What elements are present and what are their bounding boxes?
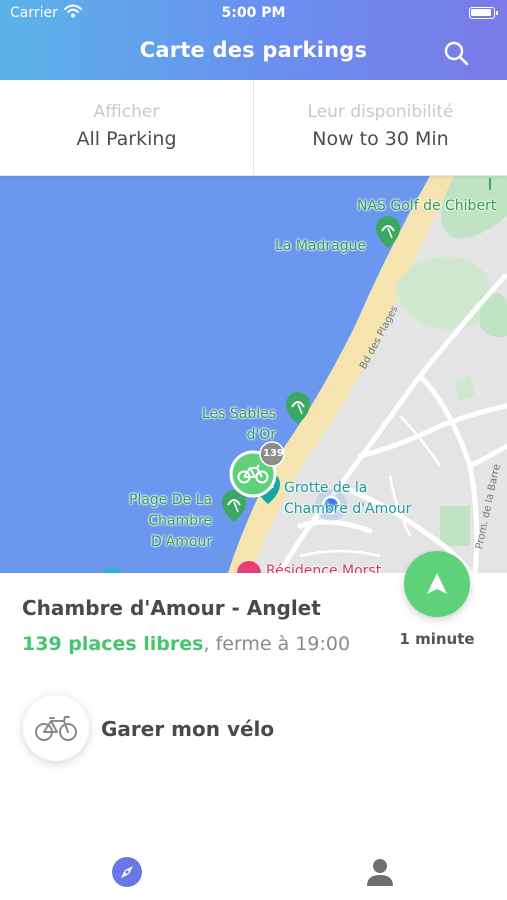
search-icon[interactable] [443,40,469,66]
eta-label: 1 minute [399,630,475,648]
road [299,549,381,558]
filter-bar: Afficher All Parking Leur disponibilité … [0,80,507,176]
park-bike-button[interactable] [23,695,89,761]
road [467,443,507,469]
poi-label-residence[interactable]: Résidence Morst [266,561,381,573]
battery-icon [469,7,498,19]
filter-value: All Parking [76,128,177,150]
clock: 5:00 PM [221,5,286,21]
free-places: 139 places libres [22,633,204,655]
park-area [440,506,470,546]
parking-count-badge-text: 139 [263,448,284,459]
compass-icon[interactable] [111,856,143,888]
user-icon[interactable] [364,856,396,888]
filter-availability[interactable]: Leur disponibilité Now to 30 Min [253,80,507,175]
filter-label: Afficher [93,102,160,122]
parking-map[interactable]: NAS Golf de Chibert La Madrague Les Sabl… [0,176,507,573]
page-title: Carte des parkings [139,38,368,62]
poi-label-sables[interactable]: Les Sables d'Or [202,404,276,446]
status-bar: Carrier 5:00 PM [0,0,507,28]
header: Carrier 5:00 PM Carte des parkings [0,0,507,80]
poi-label-line: d'Or [246,427,277,443]
poi-label-grotte[interactable]: Grotte de la Chambre d'Amour [284,478,411,520]
closing-time: , ferme à 19:00 [203,633,351,655]
navigation-arrow-icon [427,573,447,594]
filter-display[interactable]: Afficher All Parking [0,80,253,175]
park-bike-label[interactable]: Garer mon vélo [101,717,274,741]
park-area [455,376,475,400]
poi-label-line: Chambre d'Amour [284,501,412,517]
poi-label-line: Grotte de la [284,480,368,496]
poi-label-plage[interactable]: Plage De La Chambre D'Amour [129,490,212,553]
poi-label-golf[interactable]: NAS Golf de Chibert [357,196,496,217]
poi-label-line: Les Sables [202,406,277,422]
bicycle-icon [35,716,77,741]
poi-label-madrague[interactable]: La Madrague [275,236,366,257]
poi-label-line: Chambre [148,513,213,529]
navigate-button[interactable] [404,551,470,617]
filter-label: Leur disponibilité [307,102,454,122]
filter-value: Now to 30 Min [312,128,449,150]
poi-label-line: Plage De La [129,492,213,508]
map-canvas[interactable] [0,176,507,573]
parking-name: Chambre d'Amour - Anglet [22,596,321,620]
parking-availability: 139 places libres, ferme à 19:00 [22,633,350,655]
poi-label-line: D'Amour [151,534,213,550]
tab-bar [0,840,507,900]
